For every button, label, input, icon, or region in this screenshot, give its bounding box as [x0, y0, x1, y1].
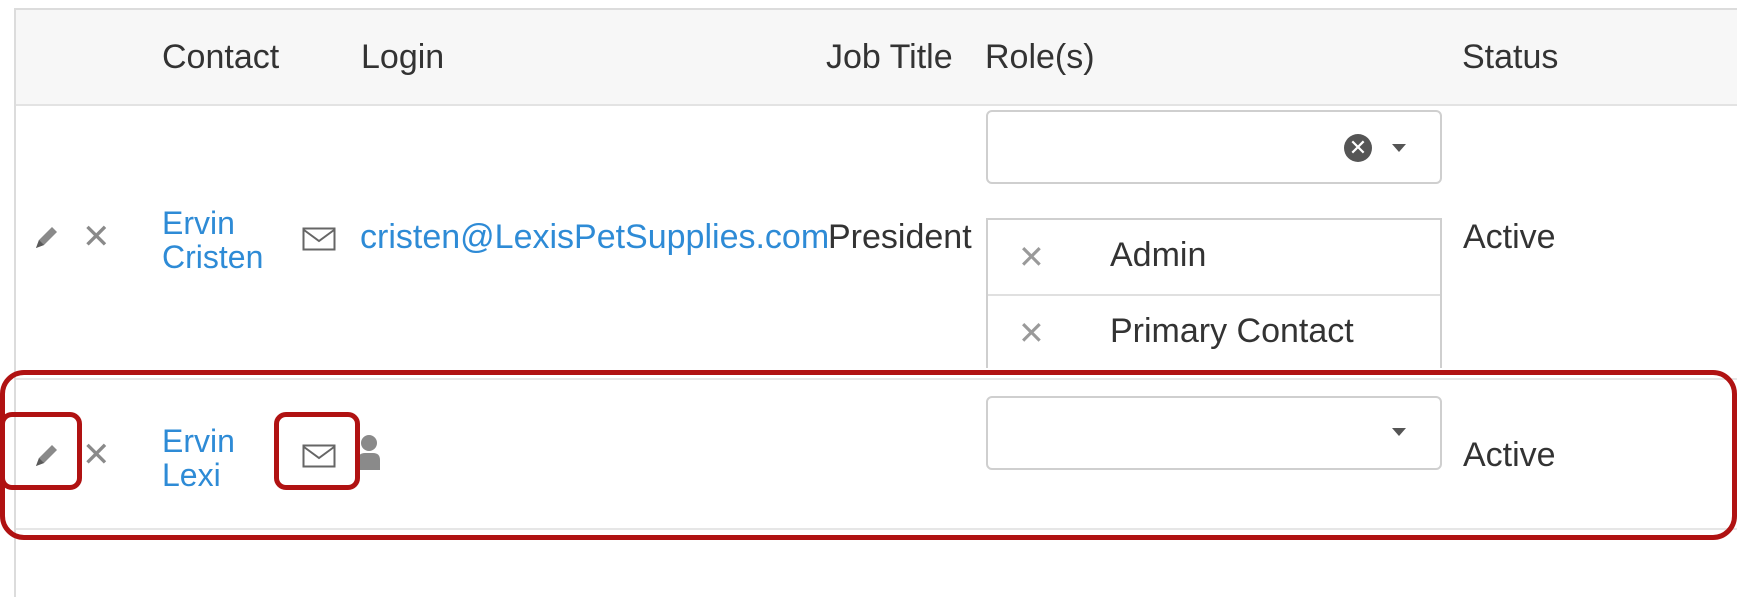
column-header-job-title[interactable]: Job Title [826, 10, 953, 104]
column-header-login[interactable]: Login [361, 10, 444, 104]
email-highlight-box [274, 412, 360, 490]
caret-down-icon[interactable] [1392, 144, 1406, 152]
contact-first-name: Ervin [162, 205, 235, 241]
contact-name-link[interactable]: Ervin Cristen [162, 206, 263, 274]
roles-select[interactable]: ✕ [986, 110, 1442, 184]
row-highlight-box [0, 370, 1737, 540]
envelope-icon[interactable] [302, 227, 336, 251]
role-label: Primary Contact [1110, 312, 1354, 350]
edit-highlight-box [0, 412, 82, 490]
table-header: Contact Login Job Title Role(s) Status [16, 10, 1737, 106]
pencil-icon[interactable] [32, 222, 62, 252]
contact-last-name: Cristen [162, 239, 264, 275]
status-value: Active [1463, 218, 1556, 256]
remove-role-icon[interactable]: ✕ [1018, 238, 1045, 276]
column-header-status[interactable]: Status [1462, 10, 1558, 104]
roles-selected-list: ✕ Admin ✕ Primary Contact [986, 218, 1442, 368]
role-tag: ✕ Primary Contact [988, 296, 1440, 368]
column-header-roles[interactable]: Role(s) [985, 10, 1095, 104]
role-label: Admin [1110, 236, 1207, 274]
login-email-link[interactable]: cristen@LexisPetSupplies.com [360, 218, 829, 257]
close-icon[interactable]: ✕ [82, 220, 111, 254]
role-tag: ✕ Admin [988, 220, 1440, 296]
clear-circle-icon[interactable]: ✕ [1344, 134, 1372, 162]
remove-role-icon[interactable]: ✕ [1018, 314, 1045, 352]
column-header-contact[interactable]: Contact [162, 10, 279, 104]
job-title-value: President [828, 218, 972, 256]
